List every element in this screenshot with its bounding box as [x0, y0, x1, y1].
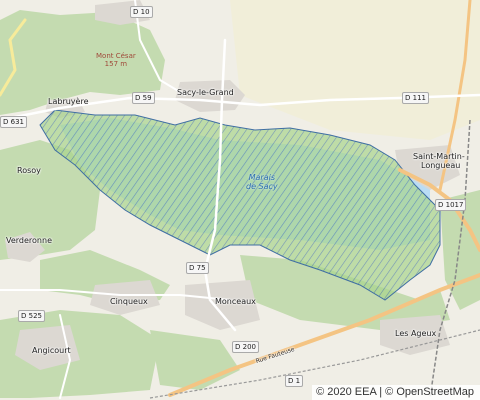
- road-label-d525: D 525: [18, 310, 45, 322]
- label-rosoy: Rosoy: [17, 166, 41, 175]
- peak-elevation: 157 m: [104, 60, 128, 68]
- label-marais-de-sacy: Marais de Sacy: [246, 173, 278, 191]
- label-saint-martin: Saint-Martin- Longueau: [413, 152, 465, 170]
- map-tiles: [0, 0, 480, 400]
- road-label-d1017: D 1017: [435, 199, 467, 211]
- label-sacy-le-grand: Sacy-le-Grand: [177, 88, 234, 97]
- label-verderonne: Verderonne: [6, 236, 52, 245]
- attribution-separator: |: [379, 386, 383, 398]
- road-label-d631: D 631: [0, 116, 27, 128]
- label-les-ageux: Les Ageux: [395, 329, 437, 338]
- road-label-d111: D 111: [402, 92, 429, 104]
- road-label-d10: D 10: [130, 6, 153, 18]
- attribution-bar: © 2020 EEA | © OpenStreetMap: [312, 385, 480, 400]
- peak-name: Mont César: [96, 52, 136, 60]
- map-view[interactable]: Sacy-le-Grand Labruyère Rosoy Verderonne…: [0, 0, 480, 400]
- label-angicourt: Angicourt: [32, 346, 71, 355]
- label-monceaux: Monceaux: [215, 297, 256, 306]
- attribution-eea[interactable]: © 2020 EEA: [316, 386, 376, 398]
- label-labruyere: Labruyère: [48, 97, 89, 106]
- label-cinqueux: Cinqueux: [110, 297, 148, 306]
- road-label-partial: D 1: [285, 375, 304, 387]
- attribution-osm-link[interactable]: © OpenStreetMap: [385, 386, 474, 398]
- road-label-d200: D 200: [232, 341, 259, 353]
- peak-mont-cesar: Mont César 157 m: [96, 52, 136, 68]
- road-label-d75: D 75: [186, 262, 209, 274]
- road-label-d59: D 59: [132, 92, 155, 104]
